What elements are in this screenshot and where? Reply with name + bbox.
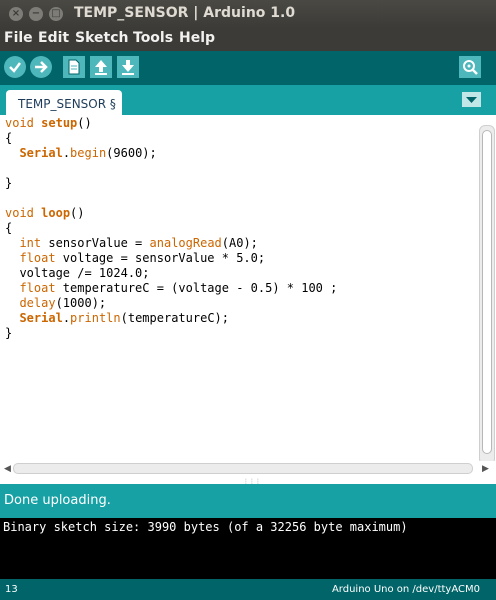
serial-monitor-icon [463, 60, 478, 75]
upload-button[interactable] [30, 56, 52, 78]
code-line: } [5, 326, 13, 340]
horizontal-scrollbar[interactable] [13, 463, 473, 474]
code-text[interactable]: void setup(){ Serial.begin(9600); } void… [5, 116, 337, 341]
line-number: 13 [5, 584, 18, 595]
scroll-left-icon[interactable]: ◀ [4, 464, 11, 474]
scroll-right-icon[interactable]: ▶ [482, 464, 489, 474]
code-line: float voltage = sensorValue * 5.0; [19, 251, 266, 265]
toolbar [0, 51, 496, 85]
verify-icon [9, 62, 21, 73]
title-bar: × − □ TEMP_SENSOR | Arduino 1.0 [0, 0, 496, 28]
code-line: delay(1000); [19, 296, 107, 310]
tab-bar: TEMP_SENSOR § [0, 85, 496, 115]
code-line: float temperatureC = (voltage - 0.5) * 1… [19, 281, 338, 295]
open-icon [95, 60, 107, 75]
code-editor[interactable]: void setup(){ Serial.begin(9600); } void… [0, 115, 496, 476]
code-line: void loop() [5, 206, 85, 220]
save-button[interactable] [117, 56, 139, 78]
code-line: Serial.println(temperatureC); [19, 311, 229, 325]
menu-help[interactable]: Help [179, 30, 215, 46]
code-line: } [5, 176, 13, 190]
vertical-scrollbar[interactable] [479, 125, 495, 465]
close-window-button[interactable]: × [9, 7, 23, 21]
panel-splitter[interactable]: ⋮⋮⋮ [0, 476, 496, 485]
open-button[interactable] [90, 56, 112, 78]
chevron-down-icon [466, 97, 477, 103]
code-line: void setup() [5, 116, 92, 130]
save-icon [122, 60, 134, 75]
console-output: Binary sketch size: 3990 bytes (of a 322… [0, 518, 496, 579]
window-title: TEMP_SENSOR | Arduino 1.0 [74, 5, 296, 21]
console-text: Binary sketch size: 3990 bytes (of a 322… [3, 520, 408, 534]
menu-sketch[interactable]: Sketch [75, 30, 128, 46]
code-line: { [5, 221, 13, 235]
menu-file[interactable]: File [4, 30, 33, 46]
serial-monitor-button[interactable] [459, 56, 481, 78]
status-message: Done uploading. [4, 493, 111, 508]
code-line: int sensorValue = analogRead(A0); [19, 236, 258, 250]
vertical-scroll-thumb[interactable] [482, 130, 492, 454]
tab-menu-button[interactable] [462, 92, 481, 107]
code-line: Serial.begin(9600); [19, 146, 157, 160]
menu-edit[interactable]: Edit [38, 30, 69, 46]
tab-temp-sensor[interactable]: TEMP_SENSOR § [6, 90, 122, 115]
new-button[interactable] [63, 56, 85, 78]
verify-button[interactable] [4, 56, 26, 78]
minimize-window-button[interactable]: − [29, 7, 43, 21]
menu-bar: File Edit Sketch Tools Help [0, 28, 496, 51]
horizontal-scroll-area: ◀ ▶ [0, 461, 496, 476]
maximize-window-button[interactable]: □ [49, 7, 63, 21]
code-line: voltage /= 1024.0; [5, 266, 150, 280]
menu-tools[interactable]: Tools [133, 30, 173, 46]
status-bar: Done uploading. [0, 484, 496, 518]
new-icon [68, 59, 80, 75]
footer-bar: 13 Arduino Uno on /dev/ttyACM0 [0, 579, 496, 600]
board-port-info: Arduino Uno on /dev/ttyACM0 [331, 584, 480, 595]
code-line: { [5, 131, 13, 145]
upload-icon [35, 61, 48, 73]
